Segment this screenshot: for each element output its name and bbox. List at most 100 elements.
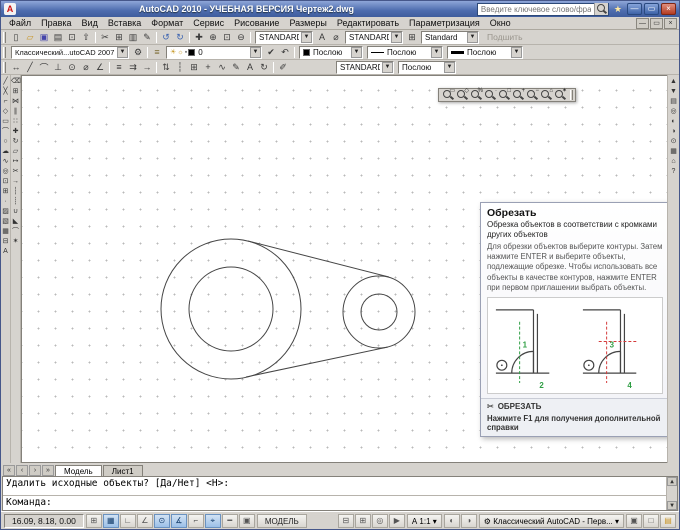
- annotation-autoscale-button[interactable]: ◑: [460, 513, 477, 528]
- region-button[interactable]: ▦: [1, 227, 10, 237]
- zoom-all-button[interactable]: ⌂: [539, 88, 553, 101]
- chamfer-button[interactable]: ◣: [11, 217, 20, 227]
- cut-button[interactable]: ✂: [98, 31, 112, 44]
- dim-style-dropdown[interactable]: STANDARD ▼: [345, 30, 403, 44]
- extend-button[interactable]: →: [11, 177, 20, 187]
- circle-button[interactable]: ○: [1, 137, 10, 147]
- lineweight-dropdown[interactable]: Послою ▼: [447, 45, 523, 59]
- draw-order-back-button[interactable]: ▼: [669, 87, 678, 97]
- dim-space-button[interactable]: ⇅: [159, 61, 173, 74]
- visual-styles-button[interactable]: ◑: [669, 127, 678, 137]
- undo-button[interactable]: ↺: [159, 31, 173, 44]
- prev-tab-button[interactable]: ‹: [16, 465, 28, 476]
- copy-button[interactable]: ⊞: [11, 87, 20, 97]
- qnew-button[interactable]: ▯: [9, 31, 23, 44]
- center-mark-button[interactable]: +: [201, 61, 215, 74]
- quick-view-drawings-button[interactable]: ⊞: [354, 513, 371, 528]
- dim-edit-button[interactable]: ✎: [229, 61, 243, 74]
- ducs-toggle[interactable]: ⌐: [187, 513, 204, 528]
- dim-angular-button[interactable]: ∠: [93, 61, 107, 74]
- dim-diameter-button[interactable]: ⌀: [79, 61, 93, 74]
- drawing-canvas[interactable]: ▭ ◇% · □ + − ⌂ ✶ Обрезать Обрезка объектов в со…: [21, 75, 667, 463]
- first-tab-button[interactable]: «: [3, 465, 15, 476]
- table-style-dropdown[interactable]: Standard ▼: [421, 30, 479, 44]
- gradient-button[interactable]: ▧: [1, 217, 10, 227]
- menu-tools[interactable]: Сервис: [188, 18, 229, 28]
- scale-button[interactable]: ▱: [11, 147, 20, 157]
- doc-close-button[interactable]: ×: [664, 17, 677, 29]
- command-input-line[interactable]: Команда:: [3, 496, 677, 509]
- sheet-set-button[interactable]: Подшить: [481, 32, 529, 42]
- drawn-tangent-line[interactable]: [247, 240, 390, 278]
- restore-button[interactable]: ▭: [644, 3, 659, 15]
- menu-parametric[interactable]: Параметризация: [404, 18, 485, 28]
- workspace-settings-button[interactable]: ⚙: [131, 46, 145, 59]
- trim-button[interactable]: ✂: [11, 167, 20, 177]
- copy-clip-button[interactable]: ⊞: [112, 31, 126, 44]
- mirror-button[interactable]: ⋈: [11, 97, 20, 107]
- polar-toggle[interactable]: ∠: [136, 513, 153, 528]
- zoom-out-button[interactable]: −: [525, 88, 539, 101]
- dim-aligned-button[interactable]: ╱: [23, 61, 37, 74]
- rotate-button[interactable]: ↻: [11, 137, 20, 147]
- break-at-point-button[interactable]: ┆: [11, 187, 20, 197]
- array-button[interactable]: ∷: [11, 117, 20, 127]
- dim-update-button[interactable]: ↻: [257, 61, 271, 74]
- dim-continue-button[interactable]: →: [140, 61, 154, 74]
- named-views-button[interactable]: ▤: [669, 97, 678, 107]
- fillet-button[interactable]: ⌒: [11, 227, 20, 237]
- layer-previous-button[interactable]: ↶: [278, 46, 292, 59]
- publish-button[interactable]: ⇧: [79, 31, 93, 44]
- paste-button[interactable]: ▥: [126, 31, 140, 44]
- workspace-switch-button[interactable]: ⚙ Классический AutoCAD - Перв... ▾: [478, 513, 624, 528]
- multiline-text-button[interactable]: A: [1, 247, 10, 257]
- text-style-dropdown[interactable]: STANDARD ▼: [255, 30, 313, 44]
- match-properties-button[interactable]: ✎: [140, 31, 154, 44]
- search-button[interactable]: [593, 3, 608, 15]
- zoom-previous-button[interactable]: ⊖: [234, 31, 248, 44]
- tab-model[interactable]: Модель: [55, 465, 102, 476]
- layer-properties-button[interactable]: ≡: [150, 46, 164, 59]
- annotation-scale-button[interactable]: А 1:1 ▾: [406, 513, 442, 528]
- zoom-realtime-button[interactable]: ⊕: [206, 31, 220, 44]
- star-icon[interactable]: ★: [612, 4, 624, 15]
- plot-button[interactable]: ▤: [51, 31, 65, 44]
- plot-preview-button[interactable]: ⊡: [65, 31, 79, 44]
- menu-view[interactable]: Вид: [77, 18, 103, 28]
- point-button[interactable]: ∙: [1, 197, 10, 207]
- rectangle-button[interactable]: ▭: [1, 117, 10, 127]
- erase-button[interactable]: ⌫: [11, 77, 21, 87]
- drawn-circle[interactable]: [188, 266, 274, 352]
- linetype-dropdown[interactable]: Послою ▼: [367, 45, 443, 59]
- arc-button[interactable]: ⌒: [1, 127, 10, 137]
- command-history[interactable]: Удалить исходные объекты? [Да/Нет] <Н>:: [3, 477, 677, 496]
- otrack-toggle[interactable]: ∡: [170, 513, 187, 528]
- render-button[interactable]: ◐: [669, 117, 678, 127]
- dim-linear-button[interactable]: ↔: [9, 61, 23, 74]
- zoom-window-button[interactable]: ▭: [441, 88, 455, 101]
- status-tray-button[interactable]: ▤: [660, 513, 676, 528]
- doc-minimize-button[interactable]: —: [636, 17, 649, 29]
- last-tab-button[interactable]: »: [42, 465, 54, 476]
- join-button[interactable]: ∪: [11, 207, 20, 217]
- doc-restore-button[interactable]: ▭: [650, 17, 663, 29]
- insert-block-button[interactable]: ⊡: [1, 177, 10, 187]
- properties-palette-button[interactable]: ▦: [669, 147, 678, 157]
- scroll-up-icon[interactable]: ▲: [667, 477, 677, 486]
- open-button[interactable]: ▱: [23, 31, 37, 44]
- workspace-dropdown[interactable]: Классический...utoCAD 2007 ▼: [11, 45, 129, 59]
- orbit-button[interactable]: ◎: [669, 107, 678, 117]
- dim-arc-length-button[interactable]: ⌒: [37, 61, 51, 74]
- make-layer-current-button[interactable]: ✔: [264, 46, 278, 59]
- dim-text-edit-button[interactable]: A: [243, 61, 257, 74]
- hatch-button[interactable]: ▨: [1, 207, 10, 217]
- zoom-object-button[interactable]: □: [497, 88, 511, 101]
- text-style-button[interactable]: A: [315, 31, 329, 44]
- osnap-toggle[interactable]: ⊙: [153, 513, 170, 528]
- dim-radius-button[interactable]: ⊙: [65, 61, 79, 74]
- drawn-circle[interactable]: [360, 293, 398, 331]
- zoom-window-button[interactable]: ⊡: [220, 31, 234, 44]
- polygon-button[interactable]: ◇: [1, 107, 10, 117]
- menu-modify[interactable]: Редактировать: [332, 18, 404, 28]
- menu-insert[interactable]: Вставка: [103, 18, 146, 28]
